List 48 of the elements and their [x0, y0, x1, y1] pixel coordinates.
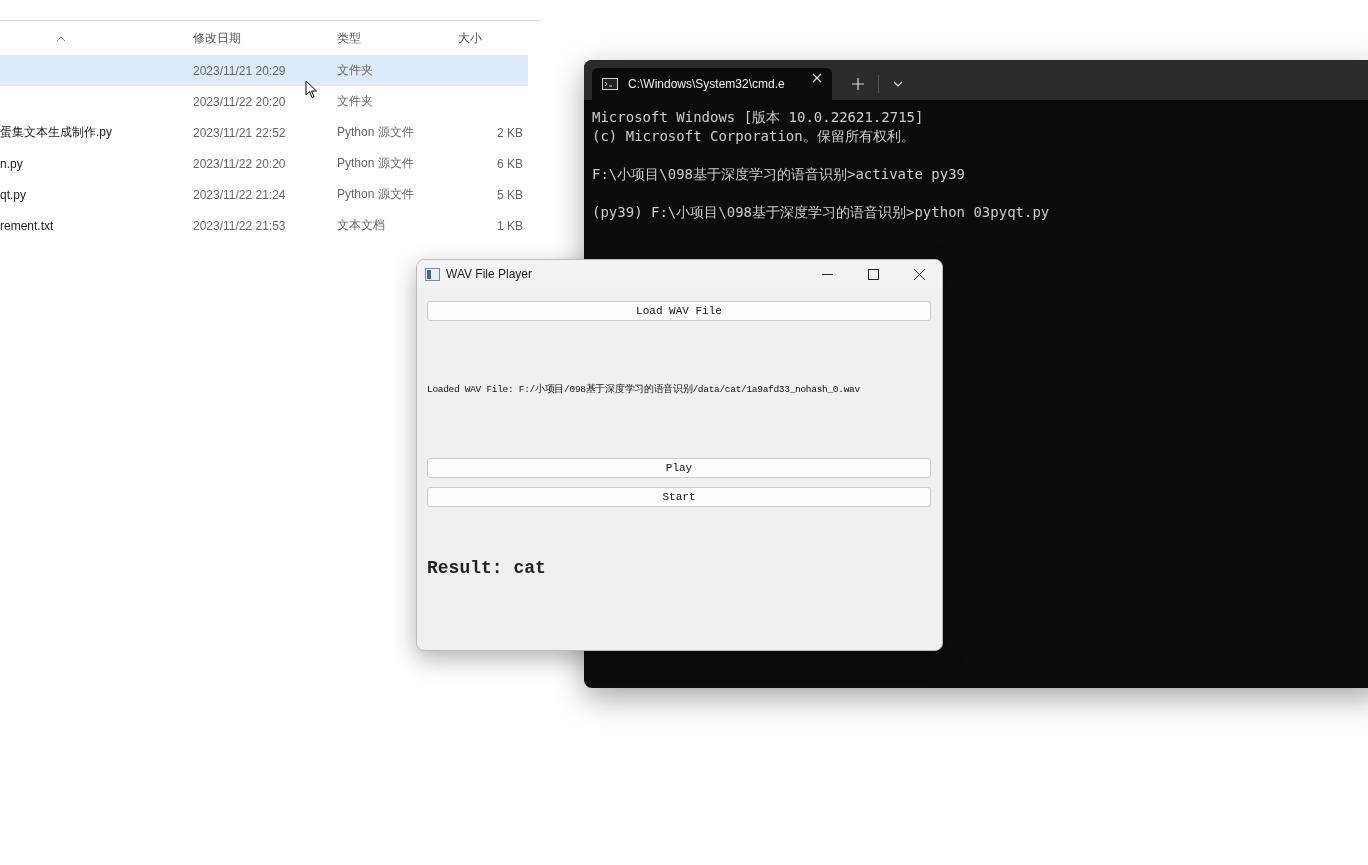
console-line: (c) Microsoft Corporation。保留所有权利。 [592, 127, 916, 146]
console-line: (py39) F:\小项目\098基于深度学习的语音识别>python 03pyqt.py [592, 203, 1051, 222]
file-type: 文本文档 [337, 218, 385, 232]
sort-caret-icon [56, 36, 66, 42]
close-icon[interactable] [914, 268, 925, 280]
file-name: qt.py [0, 187, 26, 202]
action-button[interactable]: Start [427, 487, 931, 507]
file-size: 6 KB [497, 156, 523, 171]
window-title: WAV File Player [446, 267, 533, 281]
file-name: rement.txt [0, 218, 54, 233]
add-tab-icon[interactable] [852, 78, 864, 90]
maximize-icon[interactable] [868, 268, 879, 280]
loaded-file-label: Loaded WAV File: F:/小项目/098基于深度学习的语音识别/data/cat/1a9afd33_nohash_0.wav [427, 383, 861, 396]
file-type: 文件夹 [337, 63, 373, 77]
mouse-cursor-icon [305, 80, 318, 99]
column-header[interactable]: 大小 [451, 29, 523, 47]
file-row[interactable]: n.py 2023/11/22 20:20 Python 源文件 6 KB [0, 148, 528, 179]
file-size: 2 KB [497, 125, 523, 140]
file-name: 蛋集文本生成制作.py [0, 125, 112, 139]
console-icon [602, 78, 618, 90]
load-file-button[interactable]: Load WAV File [427, 301, 931, 321]
file-date: 2023/11/22 21:24 [193, 187, 286, 202]
column-header[interactable]: 修改日期 [193, 29, 337, 47]
file-size: 5 KB [497, 187, 523, 202]
console-line: Microsoft Windows [版本 10.0.22621.2715] [592, 108, 925, 127]
file-date: 2023/11/22 20:20 [193, 156, 286, 171]
file-row[interactable]: rement.txt 2023/11/22 21:53 文本文档 1 KB [0, 210, 528, 241]
file-row[interactable]: 2023/11/22 20:20 文件夹 [0, 86, 528, 117]
file-type: Python 源文件 [337, 187, 414, 201]
file-row[interactable]: 2023/11/21 20:29 文件夹 [0, 55, 528, 86]
file-type: Python 源文件 [337, 156, 414, 170]
column-header[interactable]: 类型 [337, 29, 451, 47]
file-size: 1 KB [497, 218, 523, 233]
dropdown-icon[interactable] [893, 81, 903, 87]
console-line: F:\小项目\098基于深度学习的语音识别>activate py39 [592, 165, 966, 184]
file-date: 2023/11/22 20:20 [193, 94, 286, 109]
window-icon [425, 267, 440, 281]
file-date: 2023/11/21 20:29 [193, 63, 286, 78]
file-type: Python 源文件 [337, 125, 414, 139]
file-date: 2023/11/21 22:52 [193, 125, 286, 140]
file-row[interactable]: qt.py 2023/11/22 21:24 Python 源文件 5 KB [0, 179, 528, 210]
file-date: 2023/11/22 21:53 [193, 218, 286, 233]
terminal-tab[interactable]: C:\Windows\System32\cmd.e [592, 68, 832, 100]
action-button[interactable]: Play [427, 458, 931, 478]
file-row[interactable]: 蛋集文本生成制作.py 2023/11/21 22:52 Python 源文件 2 KB [0, 117, 528, 148]
result-label: Result: cat [427, 558, 547, 578]
file-type: 文件夹 [337, 94, 373, 108]
file-name: n.py [0, 156, 23, 171]
